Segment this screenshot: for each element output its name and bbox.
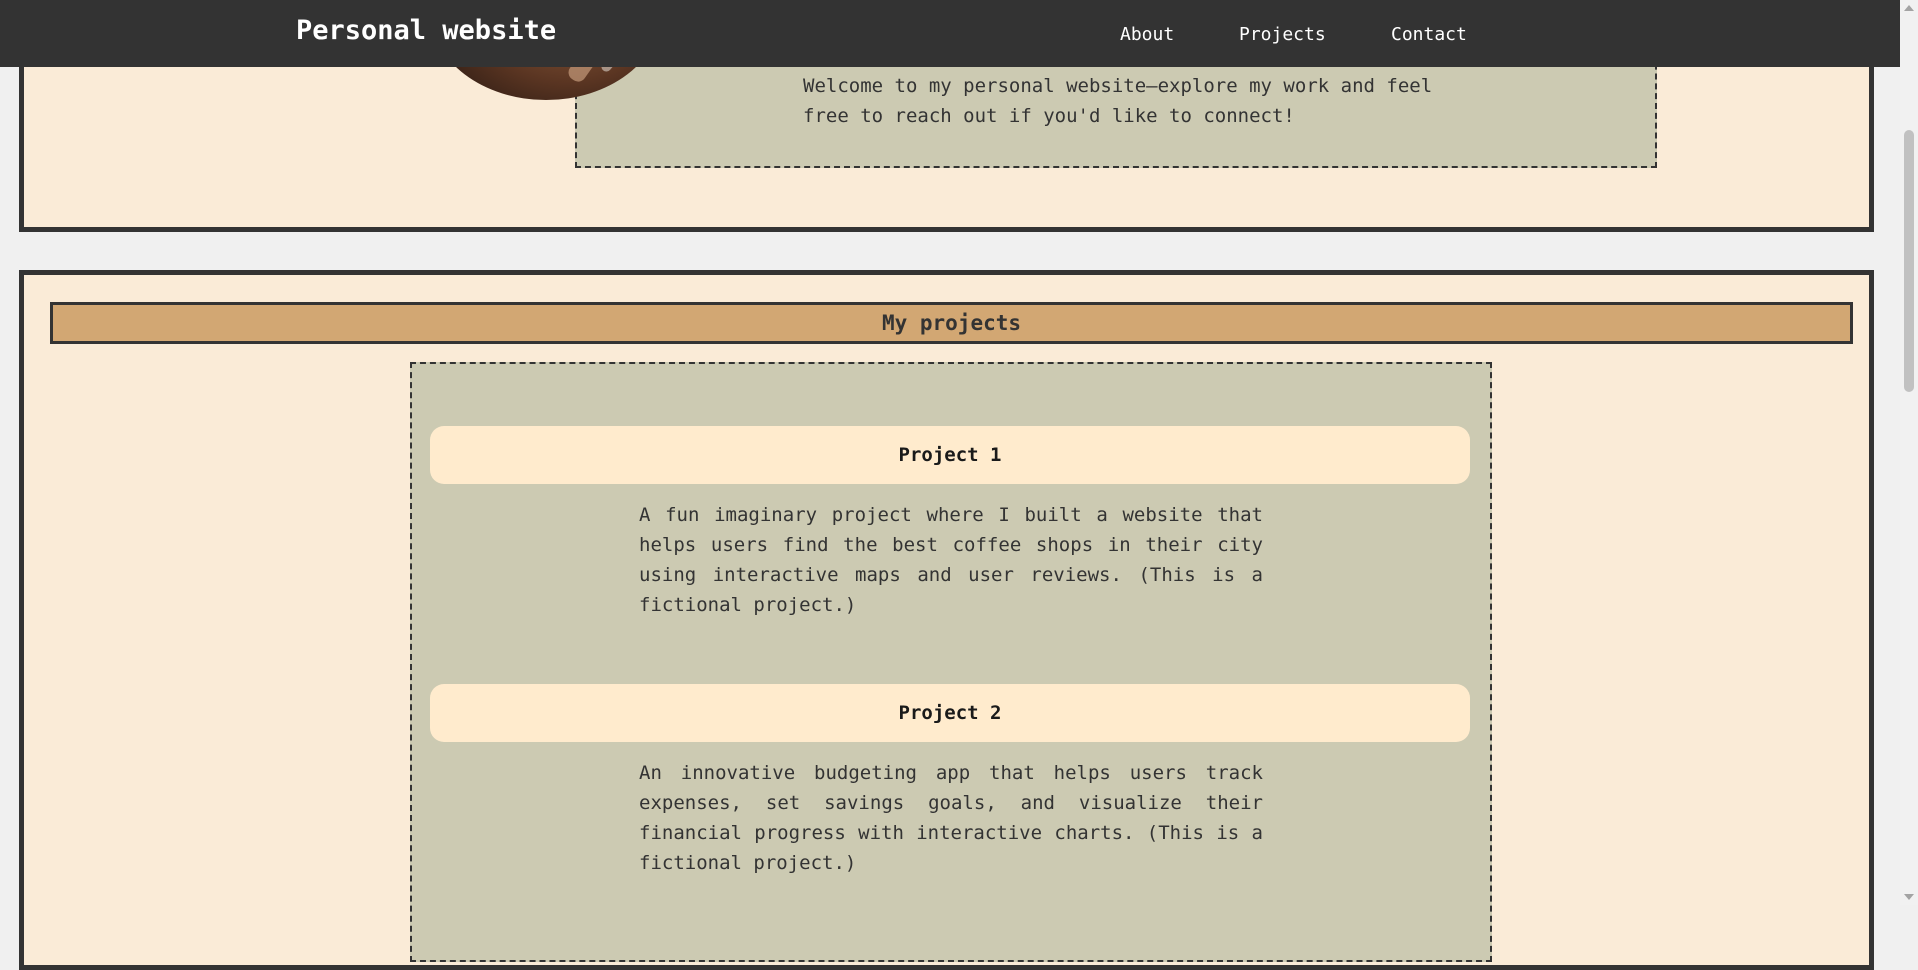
project-1-description: A fun imaginary project where I built a … [639,504,1263,616]
nav-link-projects[interactable]: Projects [1239,24,1326,45]
projects-box: Project 1 A fun imaginary project where … [410,362,1492,962]
scroll-thumb[interactable] [1904,130,1914,392]
project-2-title: Project 2 [430,684,1470,742]
vertical-scrollbar[interactable] [1900,0,1918,905]
nav-link-about[interactable]: About [1120,24,1174,45]
project-2-description: An innovative budgeting app that helps u… [639,762,1263,874]
projects-title: My projects [50,302,1853,344]
scroll-down-arrow-icon[interactable] [1904,894,1914,900]
project-1-title: Project 1 [430,426,1470,484]
navbar: Personal website About Projects Contact [0,0,1900,67]
nav-link-contact[interactable]: Contact [1391,24,1467,45]
scroll-up-arrow-icon[interactable] [1904,5,1914,11]
welcome-text: Welcome to my personal website—explore m… [803,75,1433,127]
site-brand[interactable]: Personal website [296,15,556,46]
